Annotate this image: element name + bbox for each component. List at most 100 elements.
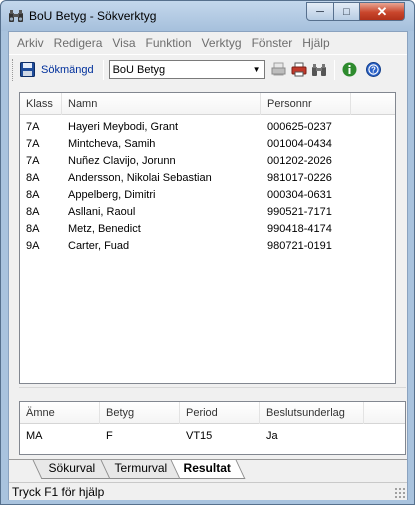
svg-text:?: ? [371,66,376,75]
cell-namn: Metz, Benedict [68,222,141,235]
menu-funktion[interactable]: Funktion [141,36,197,50]
tab-label: Termurval [114,461,167,475]
grades-header: Ämne Betyg Period Beslutsunderlag [20,401,405,424]
cell-betyg: F [106,429,113,442]
menu-verktyg[interactable]: Verktyg [197,36,247,50]
menu-bar: Arkiv Redigera Visa Funktion Verktyg Fön… [9,32,407,53]
cell-amne: MA [26,429,43,442]
window-title: BoU Betyg - Sökverktyg [29,9,157,23]
grades-body: MA F VT15 Ja [20,424,405,444]
client-area: Arkiv Redigera Visa Funktion Verktyg Fön… [8,31,408,500]
column-header-amne[interactable]: Ämne [20,401,100,424]
print-button[interactable] [289,60,309,80]
column-header-klass[interactable]: Klass [20,92,62,115]
column-header-namn[interactable]: Namn [62,92,261,115]
results-body: 7A Hayeri Meybodi, Grant 000625-0237 7A Mint… [20,115,395,254]
cell-namn: Mintcheva, Samih [68,137,156,150]
help-button[interactable]: ? [364,60,384,80]
cell-namn: Appelberg, Dimitri [68,188,156,201]
toolbar: Sökmängd BoU Betyg ▼ ? [9,54,407,84]
toolbar-grip[interactable] [12,58,15,81]
cell-namn: Nuñez Clavijo, Jorunn [68,154,176,167]
document-icon [271,62,286,76]
tab-label: Sökurval [48,461,95,475]
grades-table[interactable]: Ämne Betyg Period Beslutsunderlag MA F VT1… [19,401,406,455]
minimize-icon: ─ [316,5,324,18]
panel-divider[interactable] [19,387,406,388]
table-row[interactable]: MA F VT15 Ja [20,427,405,444]
cell-period: VT15 [186,429,213,442]
table-row[interactable]: 7A Hayeri Meybodi, Grant 000625-0237 [20,118,395,135]
title-bar[interactable]: BoU Betyg - Sökverktyg ─ □ ✕ [1,1,414,31]
table-row[interactable]: 8A Appelberg, Dimitri 000304-0631 [20,186,395,203]
info-button[interactable] [340,60,360,80]
results-table[interactable]: Klass Namn Personnr 7A Hayeri Meybodi, Gr… [19,92,396,384]
cell-namn: Andersson, Nikolai Sebastian [68,171,212,184]
status-text: Tryck F1 för hjälp [12,485,105,499]
table-row[interactable]: 8A Asllani, Raoul 990521-7171 [20,203,395,220]
status-bar: Tryck F1 för hjälp [9,482,407,500]
cell-klass: 8A [26,205,40,218]
cell-namn: Hayeri Meybodi, Grant [68,120,179,133]
document-button[interactable] [269,60,289,80]
menu-redigera[interactable]: Redigera [49,36,108,50]
close-icon: ✕ [376,3,388,19]
register-select-value: BoU Betyg [112,63,166,76]
maximize-button[interactable]: □ [333,2,360,21]
cell-klass: 8A [26,171,40,184]
cell-personnr: 000625-0237 [267,120,332,133]
menu-visa[interactable]: Visa [107,36,140,50]
search-set-button[interactable]: Sökmängd [37,64,98,76]
find-button[interactable] [309,60,329,80]
minimize-button[interactable]: ─ [306,2,334,21]
app-window: BoU Betyg - Sökverktyg ─ □ ✕ Arkiv Redig… [0,0,415,505]
info-icon [342,62,357,77]
close-button[interactable]: ✕ [359,2,405,21]
column-header-period[interactable]: Period [180,401,260,424]
chevron-down-icon: ▼ [252,65,261,74]
cell-namn: Carter, Fuad [68,239,130,252]
tab-resultat[interactable]: Resultat [170,460,246,479]
menu-hjalp[interactable]: Hjälp [297,36,334,50]
table-row[interactable]: 7A Mintcheva, Samih 001004-0434 [20,135,395,152]
register-select[interactable]: BoU Betyg ▼ [108,60,265,79]
cell-klass: 7A [26,120,40,133]
table-row[interactable]: 7A Nuñez Clavijo, Jorunn 001202-2026 [20,152,395,169]
results-header: Klass Namn Personnr [20,92,395,115]
cell-personnr: 980721-0191 [267,239,332,252]
tab-termurval[interactable]: Termurval [100,460,182,479]
cell-personnr: 981017-0226 [267,171,332,184]
save-button[interactable] [17,60,37,80]
resize-grip[interactable] [394,487,405,498]
table-row[interactable]: 9A Carter, Fuad 980721-0191 [20,237,395,254]
cell-personnr: 001004-0434 [267,137,332,150]
column-header-beslutsunderlag[interactable]: Beslutsunderlag [260,401,364,424]
help-icon: ? [366,62,382,77]
table-row[interactable]: 8A Metz, Benedict 990418-4174 [20,220,395,237]
tab-label: Resultat [183,461,232,475]
tab-sokurval[interactable]: Sökurval [32,460,112,479]
menu-fonster[interactable]: Fönster [247,36,298,50]
binoculars-icon [311,63,326,76]
cell-klass: 8A [26,188,40,201]
cell-klass: 9A [26,239,40,252]
toolbar-separator [102,59,104,80]
column-header-betyg[interactable]: Betyg [100,401,180,424]
binoculars-icon [8,9,24,23]
cell-beslutsunderlag: Ja [266,429,278,442]
table-row[interactable]: 8A Andersson, Nikolai Sebastian 981017-022… [20,169,395,186]
cell-klass: 8A [26,222,40,235]
cell-personnr: 990521-7171 [267,205,332,218]
tab-strip: Sökurval Termurval Resultat [9,459,407,479]
toolbar-separator [333,59,335,80]
maximize-icon: □ [343,5,350,18]
cell-klass: 7A [26,154,40,167]
column-header-personnr[interactable]: Personnr [261,92,351,115]
printer-icon [291,62,307,77]
cell-personnr: 990418-4174 [267,222,332,235]
cell-namn: Asllani, Raoul [68,205,136,218]
save-icon [19,62,35,77]
cell-personnr: 001202-2026 [267,154,332,167]
cell-klass: 7A [26,137,40,150]
menu-arkiv[interactable]: Arkiv [12,36,49,50]
